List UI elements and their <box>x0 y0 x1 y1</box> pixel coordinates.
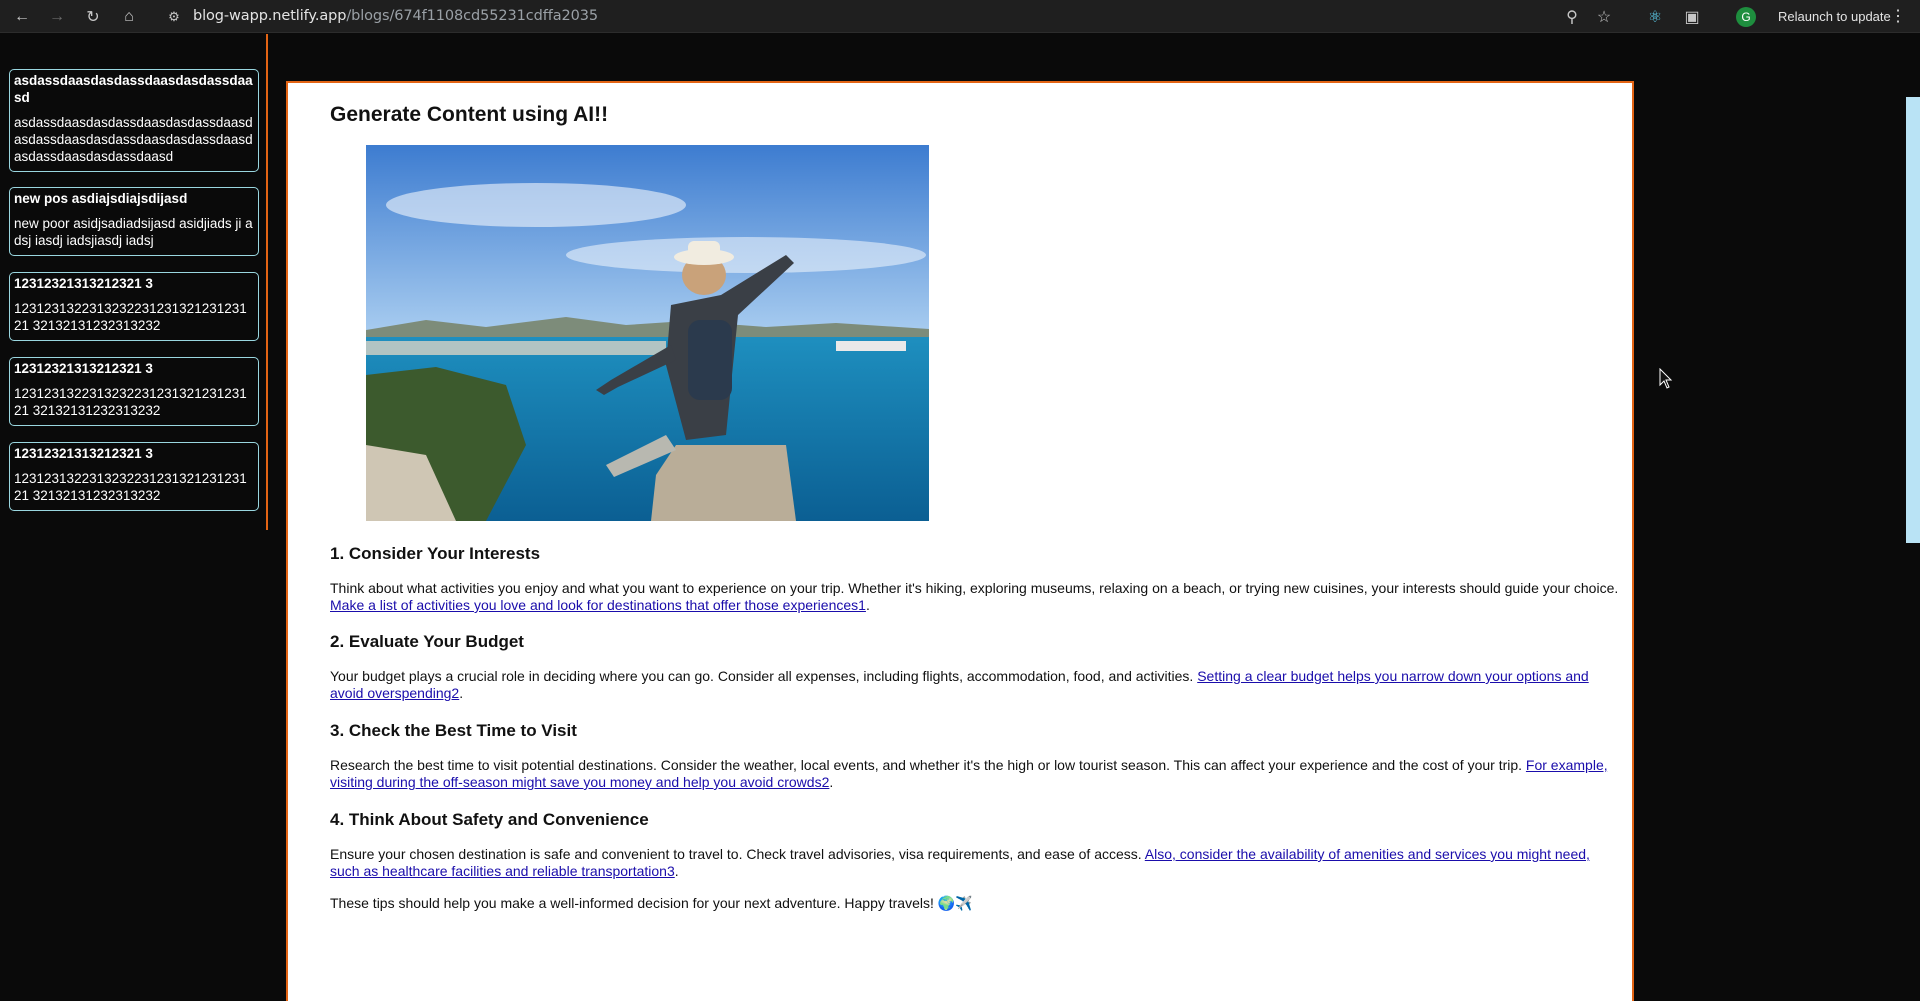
zoom-icon[interactable]: ⚲ <box>1560 5 1584 29</box>
post-body: asdassdaasdasdassdaasdasdassdaasdasdassd… <box>14 115 253 164</box>
section-heading-safety: 4. Think About Safety and Convenience <box>330 810 649 829</box>
post-body: 123123132231323223123132123123121 321321… <box>14 386 247 418</box>
posts-sidebar: asdassdaasdasdassdaasdasdassdaasd asdass… <box>0 34 268 530</box>
post-title: new pos asdiajsdiajsdijasd <box>14 191 188 206</box>
section-heading-best-time: 3. Check the Best Time to Visit <box>330 721 577 740</box>
post-body: 123123132231323223123132123123121 321321… <box>14 301 247 333</box>
section-text-budget: Your budget plays a crucial role in deci… <box>330 668 1589 701</box>
post-card[interactable]: 12312321313212321 3 12312313223132322312… <box>9 357 259 426</box>
post-card[interactable]: 12312321313212321 3 12312313223132322312… <box>9 442 259 511</box>
react-devtools-icon[interactable]: ⚛ <box>1643 5 1667 29</box>
site-info-icon[interactable]: ⚙ <box>162 5 186 29</box>
back-arrow-icon[interactable]: ← <box>10 5 34 29</box>
article-panel: Generate Content using AI!! 1. Consider … <box>286 81 1634 1001</box>
article-heading: Generate Content using AI!! <box>330 103 609 126</box>
section-text-best-time: Research the best time to visit potentia… <box>330 757 1608 790</box>
section-body: Your budget plays a crucial role in deci… <box>330 668 1198 684</box>
section-heading-interests: 1. Consider Your Interests <box>330 544 541 563</box>
post-card[interactable]: asdassdaasdasdassdaasdasdassdaasd asdass… <box>9 69 259 172</box>
post-title: 12312321313212321 3 <box>14 446 153 461</box>
post-title: 12312321313212321 3 <box>14 361 153 376</box>
section-link[interactable]: Make a list of activities you love and l… <box>330 597 866 613</box>
home-icon[interactable]: ⌂ <box>117 5 141 29</box>
bookmark-star-icon[interactable]: ☆ <box>1592 5 1616 29</box>
mouse-cursor-icon <box>1659 367 1673 395</box>
side-scroll-panel[interactable] <box>1906 97 1920 543</box>
section-heading-budget: 2. Evaluate Your Budget <box>330 632 524 651</box>
extensions-icon[interactable]: ▣ <box>1680 5 1704 29</box>
url-path: /blogs/674f1108cd55231cdffa2035 <box>346 8 599 24</box>
post-title: asdassdaasdasdassdaasdasdassdaasd <box>14 73 253 105</box>
section-text-safety: Ensure your chosen destination is safe a… <box>330 846 1590 879</box>
address-bar[interactable]: blog-wapp.netlify.app/blogs/674f1108cd55… <box>193 8 598 24</box>
section-body: Research the best time to visit potentia… <box>330 757 1526 773</box>
section-body: Ensure your chosen destination is safe a… <box>330 846 1145 862</box>
more-menu-icon[interactable]: ⋮ <box>1890 6 1906 26</box>
relaunch-button[interactable]: Relaunch to update <box>1778 9 1891 24</box>
section-text-interests: Think about what activities you enjoy an… <box>330 580 1619 613</box>
closing-text: These tips should help you make a well-i… <box>330 895 973 911</box>
hero-image <box>366 145 929 521</box>
url-host: blog-wapp.netlify.app <box>193 8 347 24</box>
post-body: 123123132231323223123132123123121 321321… <box>14 471 247 503</box>
reload-icon[interactable]: ↻ <box>81 5 105 29</box>
profile-avatar[interactable]: G <box>1736 7 1756 27</box>
post-card[interactable]: new pos asdiajsdiajsdijasd new poor asid… <box>9 187 259 256</box>
post-title: 12312321313212321 3 <box>14 276 153 291</box>
post-card[interactable]: 12312321313212321 3 12312313223132322312… <box>9 272 259 341</box>
forward-arrow-icon[interactable]: → <box>45 5 69 29</box>
post-body: new poor asidjsadiadsijasd asidjiads ji … <box>14 216 253 248</box>
section-body: Think about what activities you enjoy an… <box>330 580 1619 596</box>
browser-toolbar: ← → ↻ ⌂ ⚙ blog-wapp.netlify.app/blogs/67… <box>0 0 1920 33</box>
